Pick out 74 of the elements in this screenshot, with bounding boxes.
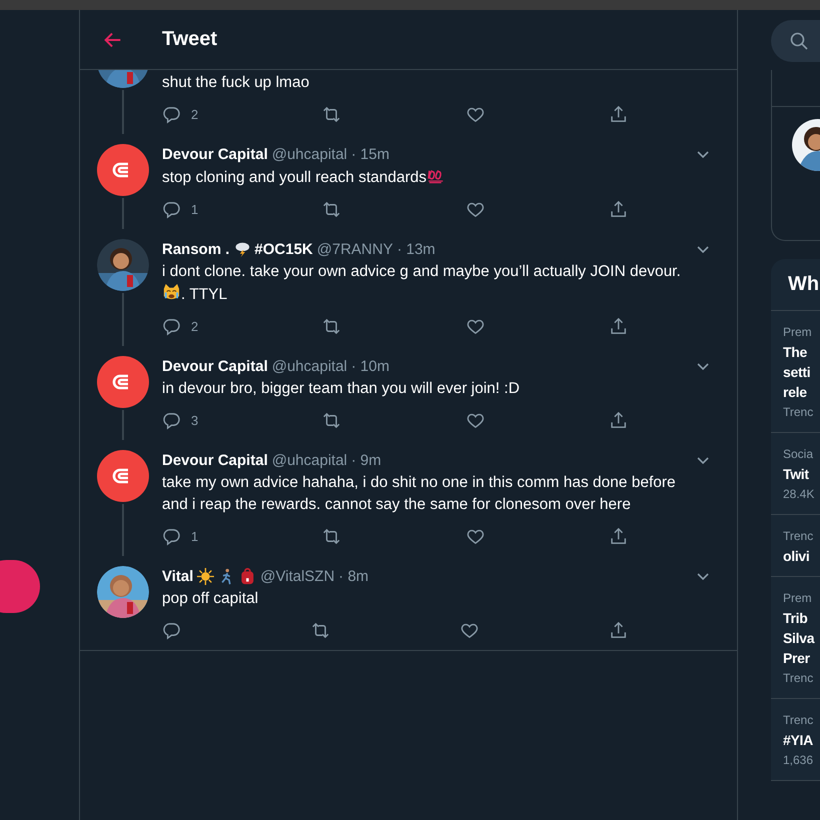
trend-item[interactable]: Prem The setti rele Trenc (771, 311, 820, 433)
trend-title: Twit (783, 465, 810, 484)
user-handle[interactable]: @uhcapital (272, 358, 348, 374)
avatar[interactable] (96, 356, 148, 408)
reply-button[interactable]: 2 (162, 104, 198, 124)
trend-meta: 28.4K (783, 486, 816, 503)
backpack-icon (239, 568, 256, 584)
user-handle[interactable]: @uhcapital (272, 146, 348, 162)
tweet-text: . TTYL (181, 286, 228, 303)
share-button[interactable] (609, 620, 628, 640)
tweet-text: in devour bro, bigger team than you will ever join! :D (162, 380, 520, 397)
trend-category: Trenc (783, 528, 814, 545)
trend-title: Trib (783, 609, 808, 628)
avatar[interactable] (96, 450, 148, 502)
trend-category: Prem (783, 324, 813, 341)
trend-item[interactable]: Trenc #YIA 1,636 (771, 699, 820, 781)
tweet-text: stop cloning and youll reach standards (162, 169, 427, 186)
trend-title: olivi (783, 547, 811, 566)
page-title: Tweet (162, 28, 218, 51)
tweet-text: shut the fuck up lmao (162, 74, 310, 91)
share-button[interactable] (608, 526, 628, 546)
trend-title: #YIA (783, 731, 814, 750)
reply-button[interactable]: 2 (162, 316, 198, 336)
trend-title: setti (783, 363, 812, 382)
avatar[interactable] (96, 144, 148, 196)
search-icon (789, 31, 809, 51)
trend-title: The (783, 343, 808, 362)
retweet-button[interactable] (322, 104, 342, 124)
crying-cat-icon (162, 283, 181, 302)
trend-meta: Trenc (783, 404, 814, 421)
tweet-text: i dont clone. take your own advice g and maybe you’ll actually JOIN devour. (162, 263, 681, 280)
storm-cloud-icon (234, 240, 251, 258)
tweet-time: · 8m (338, 568, 369, 584)
tweet-time: · 9m (351, 452, 382, 468)
trends-heading: Wh (788, 273, 820, 296)
retweet-button[interactable] (311, 620, 330, 640)
reply-button[interactable]: 1 (162, 200, 198, 218)
tweet-text: pop off capital (162, 590, 258, 607)
retweet-button[interactable] (322, 526, 342, 546)
tweet-text: take my own advice hahaha, i do shit no one in this comm has done before and i reap the rewards. cannot say the same for clonesom over here (162, 474, 676, 513)
trend-category: Prem (783, 590, 813, 607)
retweet-button[interactable] (322, 316, 342, 336)
share-button[interactable] (608, 410, 628, 430)
reply-button[interactable] (162, 620, 181, 640)
retweet-button[interactable] (322, 200, 342, 218)
trend-meta: 1,636 (783, 752, 814, 769)
user-name-tag: #OC15K (254, 240, 313, 258)
share-button[interactable] (608, 104, 628, 124)
user-handle[interactable]: @uhcapital (272, 452, 348, 468)
trend-title: Prer (783, 649, 811, 668)
user-name[interactable]: Devour Capital (162, 358, 268, 374)
user-handle[interactable]: @VitalSZN (260, 568, 335, 584)
user-name[interactable]: Devour Capital (162, 452, 268, 468)
user-name[interactable]: Devour Capital (162, 146, 268, 162)
user-name[interactable]: Vital (162, 568, 194, 584)
sun-icon (197, 568, 214, 584)
trend-category: Socia (783, 446, 814, 463)
tweet-time: · 13m (396, 240, 436, 258)
trend-category: Trenc (783, 712, 814, 729)
tweet-time: · 10m (351, 358, 390, 374)
share-button[interactable] (608, 200, 628, 218)
trend-item[interactable]: Prem Trib Silva Prer Trenc (771, 577, 820, 699)
trend-title: Silva (783, 629, 816, 648)
trend-title: rele (783, 383, 808, 402)
reply-button[interactable]: 1 (162, 526, 198, 546)
tweet-time: · 15m (351, 146, 390, 162)
share-button[interactable] (608, 316, 628, 336)
retweet-button[interactable] (322, 410, 342, 430)
trend-meta: Trenc (783, 670, 814, 687)
trend-item[interactable]: Trenc olivi (771, 515, 820, 577)
reply-button[interactable]: 3 (162, 410, 198, 430)
trend-item[interactable]: Socia Twit 28.4K (771, 433, 820, 515)
user-name[interactable]: Ransom . (162, 240, 230, 258)
user-handle[interactable]: @7RANNY (316, 240, 393, 258)
